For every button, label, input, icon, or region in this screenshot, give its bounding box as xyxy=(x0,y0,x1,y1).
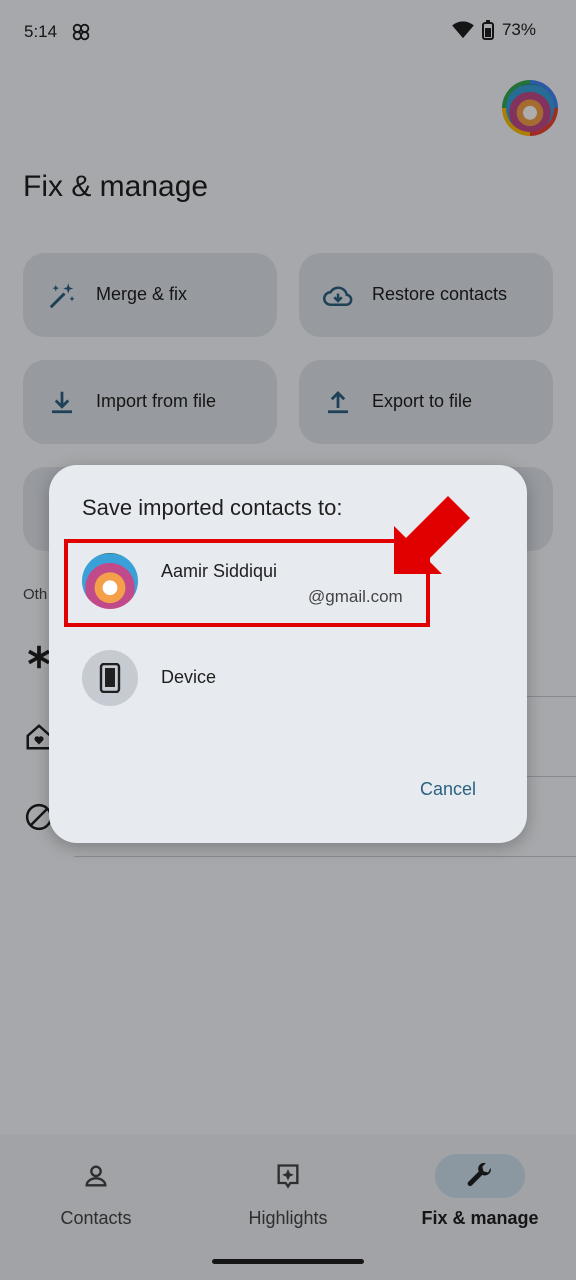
device-option[interactable]: Device xyxy=(49,641,527,717)
cancel-button[interactable]: Cancel xyxy=(404,771,492,807)
phone-icon xyxy=(82,650,138,706)
device-label: Device xyxy=(161,667,217,687)
annotation-highlight-box xyxy=(64,539,430,627)
annotation-arrow-icon xyxy=(394,496,470,574)
dialog-title: Save imported contacts to: xyxy=(82,495,343,520)
contacts-screen: 5:14 73% Fix & manage Merge & fix Restor… xyxy=(0,0,576,1280)
